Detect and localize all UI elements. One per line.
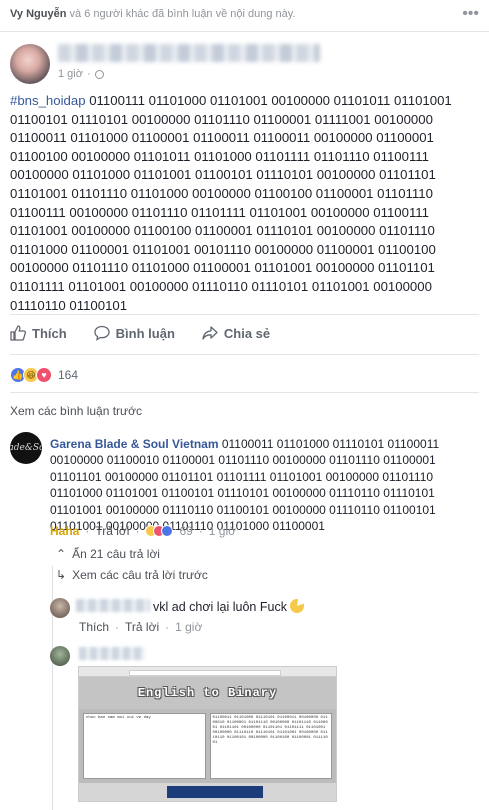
- view-previous-comments-link[interactable]: Xem các bình luận trước: [10, 404, 142, 418]
- chevron-up-icon: ⌃: [56, 547, 67, 561]
- attached-screenshot[interactable]: English to Binary chuc ban nam moi vui v…: [78, 666, 337, 802]
- divider: [0, 31, 489, 32]
- activity-notice: Vy Nguyễn và 6 người khác đã bình luận v…: [10, 5, 479, 23]
- reply1-text: vkl ad chơi lại luôn Fuck: [153, 600, 287, 614]
- reply1-text-wrap: vkl ad chơi lại luôn Fuck: [153, 599, 304, 614]
- poster-avatar[interactable]: [10, 44, 50, 84]
- hide-replies-link[interactable]: ⌃ Ẩn 21 câu trả lời: [56, 547, 160, 561]
- notice-others[interactable]: 6 người khác: [84, 8, 149, 20]
- screenshot-body: chuc ban nam moi vui ve day 01100011 011…: [79, 709, 336, 783]
- garena-logo-text: Blade&Soul: [10, 443, 42, 453]
- reply2-avatar[interactable]: [50, 646, 70, 666]
- comment-body: Garena Blade & Soul Vietnam 01100011 011…: [50, 436, 480, 534]
- thumbs-up-icon: [10, 325, 26, 341]
- screenshot-footer: [79, 783, 336, 801]
- screenshot-output-box: 01100011 01101000 01110101 01100011 0010…: [209, 713, 332, 779]
- poster-name-redacted: [58, 44, 320, 62]
- haha-reaction-button[interactable]: Haha: [50, 524, 79, 538]
- like-button[interactable]: Thích: [10, 325, 67, 341]
- garena-avatar[interactable]: Blade&Soul: [10, 432, 42, 464]
- divider: [10, 354, 479, 355]
- comment-bubble-icon: [94, 325, 110, 341]
- screenshot-browser-bar: [79, 667, 336, 677]
- globe-icon: [94, 69, 104, 79]
- reply1-avatar[interactable]: [50, 598, 70, 618]
- post-binary-text: 01100111 01101000 01101001 00100000 0110…: [10, 93, 452, 313]
- share-label: Chia sẻ: [223, 325, 271, 341]
- reply1-time[interactable]: 1 giờ: [175, 620, 202, 634]
- hashtag-link[interactable]: #bns_hoidap: [10, 93, 86, 108]
- reply1-reply-link[interactable]: Trả lời: [125, 620, 159, 634]
- post-time[interactable]: 1 giờ: [58, 68, 83, 80]
- screenshot-ad-banner: [167, 786, 263, 798]
- comment-meta: Haha · Trả lời · 69 · 1 giờ: [50, 524, 237, 538]
- pacman-emoji-icon: [289, 599, 304, 613]
- post-actions: Thích Bình luận Chia sẻ: [10, 325, 270, 341]
- comment-reactions-icon[interactable]: [145, 525, 174, 537]
- screenshot-title: English to Binary: [79, 677, 336, 709]
- more-options-icon[interactable]: •••: [462, 5, 479, 23]
- reply1-like-link[interactable]: Thích: [79, 620, 109, 634]
- post-meta: 1 giờ ·: [58, 68, 104, 80]
- notice-rest: đã bình luận về nội dung này.: [152, 8, 296, 20]
- love-reaction-icon: ♥: [36, 367, 52, 383]
- post-body: #bns_hoidap 01100111 01101000 01101001 0…: [10, 92, 480, 315]
- comment-label: Bình luận: [115, 325, 175, 341]
- hide-replies-label: Ẩn 21 câu trả lời: [72, 547, 160, 561]
- comment-button[interactable]: Bình luận: [94, 325, 175, 341]
- divider: [10, 392, 479, 393]
- view-previous-replies-link[interactable]: ↳ Xem các câu trả lời trước: [56, 568, 208, 582]
- comment-time[interactable]: 1 giờ: [209, 524, 236, 538]
- screenshot-input-box: chuc ban nam moi vui ve day: [83, 713, 206, 779]
- reply1-meta: Thích · Trả lời · 1 giờ: [79, 620, 203, 634]
- notice-connector: và: [69, 8, 82, 20]
- like-label: Thích: [32, 325, 67, 341]
- reply1-author-redacted: [76, 599, 150, 612]
- comment-reaction-count: 69: [179, 524, 193, 538]
- share-button[interactable]: Chia sẻ: [202, 325, 270, 341]
- reaction-summary[interactable]: 👍 😆 ♥ 164: [10, 367, 78, 383]
- comment-text: 01100011 01101000 01110101 01100011 0010…: [50, 437, 440, 534]
- reply2-author-redacted: [79, 647, 145, 660]
- comment-author[interactable]: Garena Blade & Soul Vietnam: [50, 437, 219, 451]
- notice-actor[interactable]: Vy Nguyễn: [10, 8, 66, 20]
- share-arrow-icon: [202, 326, 218, 340]
- view-previous-replies-label: Xem các câu trả lời trước: [72, 568, 208, 582]
- reply-arrow-icon: ↳: [56, 568, 67, 582]
- divider: [10, 314, 479, 315]
- reaction-count: 164: [58, 368, 79, 382]
- reply-link[interactable]: Trả lời: [95, 524, 129, 538]
